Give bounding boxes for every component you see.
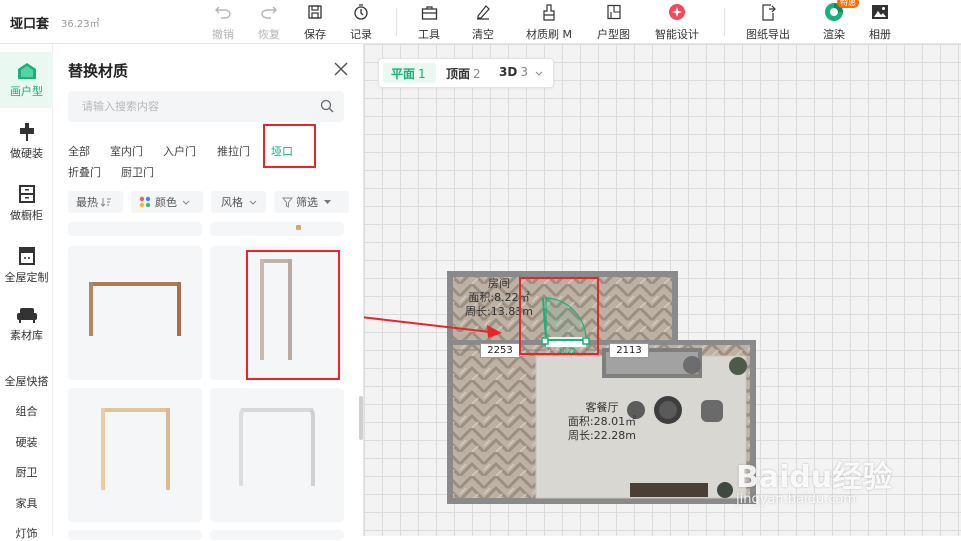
album-button[interactable]: 相册 [869, 2, 891, 42]
door-frame-thumbnail [89, 282, 181, 336]
project-title[interactable]: 垭口套 [10, 13, 49, 32]
category-entry-door[interactable]: 入户门 [163, 143, 196, 159]
replace-material-panel: 替换材质 全部 室内门 入户门 推拉门 垭口 折叠门 厨卫门 最热 颜色 风格 … [53, 44, 364, 540]
material-card[interactable] [68, 530, 202, 540]
save-button[interactable]: 保存 [304, 2, 326, 42]
nav-draw-floorplan[interactable]: 画户型 [0, 52, 53, 108]
close-icon[interactable] [333, 61, 349, 77]
filter-style[interactable]: 风格 [211, 191, 266, 213]
project-area: 36.23㎡ [61, 19, 100, 30]
export-icon [758, 2, 778, 22]
eraser-icon [473, 2, 493, 22]
floorplan-icon [604, 2, 624, 22]
brush-icon [539, 2, 559, 22]
nav-cabinet[interactable]: 做橱柜 [0, 184, 53, 223]
sort-icon [101, 198, 111, 207]
undo-icon [213, 2, 233, 22]
floorplan-button[interactable]: 户型图 [597, 2, 630, 42]
undo-button[interactable]: 撤销 [212, 2, 234, 42]
watermark-url: jingyan.baidu.com [736, 492, 856, 507]
panel-title: 替换材质 [68, 62, 129, 80]
annotation-highlight-material [246, 250, 340, 380]
render-icon: 特惠 [824, 0, 859, 22]
filter-screen[interactable]: 筛选 [274, 191, 349, 213]
toolbar-divider [724, 8, 725, 36]
annotation-highlight-category [263, 124, 316, 168]
chevron-down-icon [182, 200, 190, 205]
tools-button[interactable]: 工具 [418, 2, 440, 42]
search-icon[interactable] [320, 99, 334, 113]
album-icon [870, 2, 890, 22]
category-kitchen-bath-door[interactable]: 厨卫门 [121, 164, 154, 180]
ai-design-icon [667, 2, 687, 22]
filter-hottest[interactable]: 最热 [68, 191, 123, 213]
nav-whole-house-custom[interactable]: 全屋定制 [0, 246, 53, 285]
dimension-left[interactable]: 2253 [480, 343, 520, 358]
nav-kitchen-bath[interactable]: 厨卫 [0, 464, 53, 480]
sofa-icon [16, 308, 37, 323]
dimension-right[interactable]: 2113 [609, 343, 649, 358]
wardrobe-icon [18, 247, 35, 265]
material-card-door-frame-light-wood[interactable] [68, 388, 202, 522]
export-drawing-button[interactable]: 图纸导出 [746, 2, 790, 42]
save-icon [305, 2, 325, 22]
material-card[interactable] [210, 222, 344, 236]
render-button[interactable]: 特惠 渲染 [823, 0, 859, 42]
toolbox-icon [419, 2, 439, 22]
redo-button[interactable]: 恢复 [258, 2, 280, 42]
nav-combination[interactable]: 组合 [0, 403, 53, 419]
nav-furniture[interactable]: 家具 [0, 495, 53, 511]
door-frame-thumbnail [101, 408, 170, 490]
history-icon [351, 2, 371, 22]
filter-color[interactable]: 颜色 [131, 191, 203, 213]
left-navigation: 画户型 做硬装 做橱柜 全屋定制 素材库 全屋快搭 组合 硬装 厨卫 家具 灯饰 [0, 44, 53, 540]
ai-design-button[interactable]: 智能设计 [655, 2, 699, 42]
cabinet-icon [18, 185, 35, 203]
clear-button[interactable]: 清空 [472, 2, 494, 42]
material-card-door-frame-white[interactable] [210, 388, 344, 522]
chevron-down-icon [249, 200, 257, 205]
material-brush-button[interactable]: 材质刷 M [526, 2, 572, 42]
toolbar-divider [396, 8, 397, 36]
panel-scrollbar[interactable] [359, 396, 363, 440]
nav-hardware[interactable]: 硬装 [0, 434, 53, 450]
material-card[interactable] [68, 222, 202, 236]
category-folding-door[interactable]: 折叠门 [68, 164, 101, 180]
category-sliding-door[interactable]: 推拉门 [217, 143, 250, 159]
redo-icon [259, 2, 279, 22]
material-card[interactable] [210, 530, 344, 540]
door-frame-thumbnail [239, 408, 315, 486]
nav-quick-build[interactable]: 全屋快搭 [0, 373, 53, 389]
category-interior-door[interactable]: 室内门 [110, 143, 143, 159]
nav-material-library[interactable]: 素材库 [0, 306, 53, 343]
nav-hard-decoration[interactable]: 做硬装 [0, 122, 53, 161]
room2-label: 客餐厅 面积:28.01㎡ 周长:22.28m [567, 401, 637, 442]
promo-badge: 特惠 [837, 0, 859, 8]
top-toolbar: 垭口套 36.23㎡ 撤销 恢复 保存 记录 工具 清空 材质刷 M 户型图 智… [0, 0, 961, 44]
category-all[interactable]: 全部 [68, 143, 90, 159]
design-canvas[interactable]: 平面 1 顶面 2 3D 3 房间 面积:8.22㎡ 周长:13.83m 客餐厅… [364, 44, 961, 536]
watermark-logo: Baidu经验 [736, 460, 893, 495]
caret-down-icon [324, 199, 331, 204]
search-box [68, 91, 344, 122]
annotation-highlight-door [519, 277, 599, 355]
paint-roller-icon [19, 123, 34, 141]
house-icon [17, 63, 36, 79]
history-button[interactable]: 记录 [350, 2, 372, 42]
color-palette-icon [139, 196, 151, 208]
search-input[interactable] [82, 98, 302, 114]
filter-icon [282, 197, 293, 208]
material-card-door-frame-wood[interactable] [68, 246, 202, 380]
nav-lighting[interactable]: 灯饰 [0, 525, 53, 541]
